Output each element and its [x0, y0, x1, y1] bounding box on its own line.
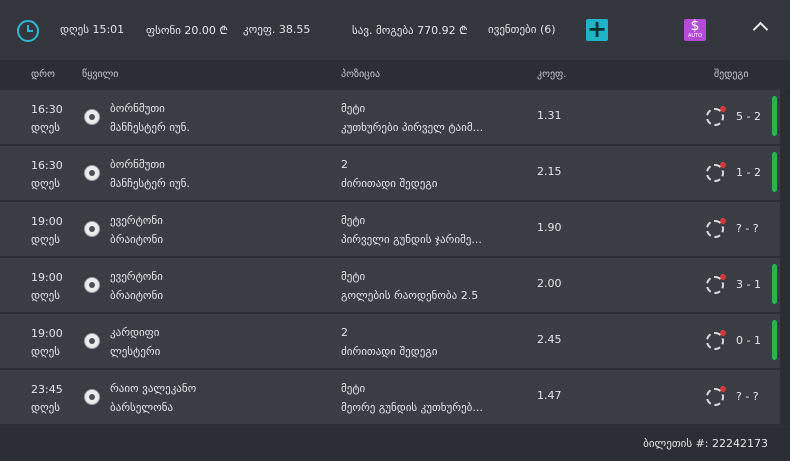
odds: 2.45	[537, 333, 562, 346]
score: ? - ?	[736, 390, 759, 403]
football-icon	[84, 165, 100, 181]
match-time: 19:00 დღეს	[31, 271, 63, 302]
match-teams: ევერტონი ბრაიტონი	[110, 214, 164, 246]
match-time: 19:00 დღეს	[31, 327, 63, 358]
match-teams: ბორნმუთი მანჩესტერ იუნ.	[110, 158, 190, 190]
odds: 1.31	[537, 109, 562, 122]
dollar-icon: $	[690, 18, 700, 34]
match-time: 19:00 დღეს	[31, 215, 63, 246]
events-count: ივენთები (6)	[488, 23, 556, 36]
win-indicator	[772, 320, 777, 360]
odds: 1.90	[537, 221, 562, 234]
match-time: 16:30 დღეს	[31, 103, 63, 134]
football-icon	[84, 221, 100, 237]
match-time: 23:45 დღეს	[31, 383, 63, 414]
auto-cashout-button[interactable]: $ AUTO	[684, 19, 706, 41]
ticket-number: ბილეთის #: 22242173	[643, 437, 768, 450]
live-status-icon	[706, 330, 726, 350]
football-icon	[84, 109, 100, 125]
match-teams: ბორნმუთი მანჩესტერ იუნ.	[110, 102, 190, 134]
odds: 1.47	[537, 389, 562, 402]
header-position: პოზიცია	[341, 69, 381, 80]
win-indicator	[772, 152, 777, 192]
footer: ბილეთის #: 22242173	[0, 427, 790, 461]
score: 3 - 1	[736, 278, 761, 291]
win-indicator	[772, 264, 777, 304]
bet-position: 2 ძირითადი შედეგი	[341, 158, 438, 190]
header-coef: კოეფ.	[537, 69, 567, 80]
chevron-up-icon[interactable]	[752, 21, 769, 38]
match-teams: ევერტონი ბრაიტონი	[110, 270, 164, 302]
live-status-icon	[706, 162, 726, 182]
win-indicator	[772, 96, 777, 136]
table-header: დრო წყვილი პოზიცია კოეფ. შედეგი	[0, 61, 790, 89]
header-match: წყვილი	[82, 69, 119, 80]
table-row[interactable]: 19:00 დღეს ევერტონი ბრაიტონი მეტი გოლების რ…	[0, 258, 780, 314]
possible-win: სავ. მოგება 770.92 ₾	[352, 24, 468, 37]
table-row[interactable]: 19:00 დღეს კარდიფი ლესტერი 2 ძირითადი შედეგ…	[0, 314, 780, 370]
live-status-icon	[706, 218, 726, 238]
match-time: 16:30 დღეს	[31, 159, 63, 190]
football-icon	[84, 389, 100, 405]
scrollbar[interactable]	[780, 90, 790, 425]
header-status: შედეგი	[714, 69, 749, 80]
bet-position: 2 ძირითადი შედეგი	[341, 326, 438, 358]
football-icon	[84, 333, 100, 349]
live-status-icon	[706, 386, 726, 406]
stake-amount: ფსონი 20.00 ₾	[146, 24, 228, 37]
odds: 2.15	[537, 165, 562, 178]
bet-time: დღეს 15:01	[60, 23, 125, 36]
bet-summary-bar: დღეს 15:01 ფსონი 20.00 ₾ კოეფ. 38.55 სავ…	[0, 0, 790, 61]
football-icon	[84, 277, 100, 293]
score: ? - ?	[736, 222, 759, 235]
bet-position: მეტი პირველი გუნდის ჯარიმე...	[341, 214, 482, 246]
match-teams: რაიო ვალეკანო ბარსელონა	[110, 382, 197, 414]
score: 0 - 1	[736, 334, 761, 347]
total-coef: კოეფ. 38.55	[243, 23, 311, 36]
table-row[interactable]: 16:30 დღეს ბორნმუთი მანჩესტერ იუნ. 2 ძირითა…	[0, 146, 780, 202]
header-time: დრო	[31, 69, 55, 80]
live-status-icon	[706, 106, 726, 126]
bet-position: მეტი გოლების რაოდენობა 2.5	[341, 270, 479, 302]
bet-position: მეტი კუთხურები პირველ ტაიმ...	[341, 102, 484, 134]
odds: 2.00	[537, 277, 562, 290]
score: 5 - 2	[736, 110, 761, 123]
auto-label: AUTO	[687, 33, 703, 39]
score: 1 - 2	[736, 166, 761, 179]
bet-position: მეტი მეორე გუნდის კუთხურებ...	[341, 382, 483, 414]
add-button[interactable]: +	[586, 17, 608, 41]
table-row[interactable]: 19:00 დღეს ევერტონი ბრაიტონი მეტი პირველი გ…	[0, 202, 780, 258]
live-status-icon	[706, 274, 726, 294]
match-teams: კარდიფი ლესტერი	[110, 326, 161, 358]
table-row[interactable]: 16:30 დღეს ბორნმუთი მანჩესტერ იუნ. მეტი კუთ…	[0, 90, 780, 146]
table-row[interactable]: 23:45 დღეს რაიო ვალეკანო ბარსელონა მეტი მეო…	[0, 370, 780, 426]
clock-icon	[17, 20, 39, 42]
